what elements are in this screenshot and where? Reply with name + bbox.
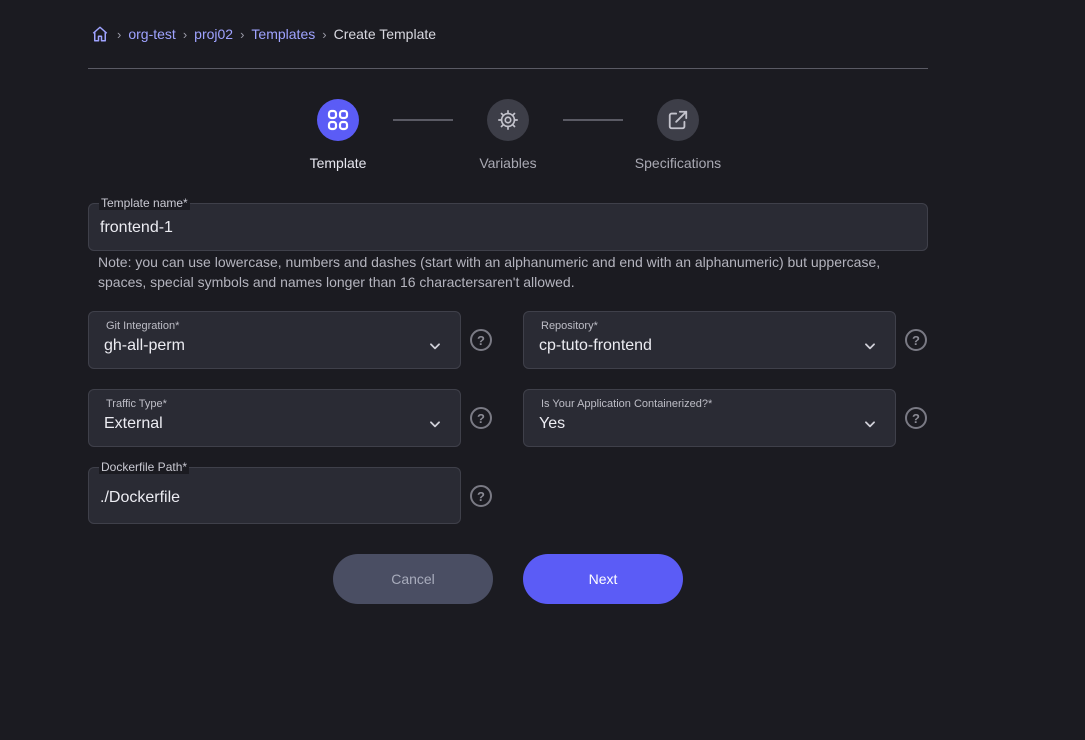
repository-label: Repository* [541, 320, 598, 332]
dockerfile-path-value: ./Dockerfile [100, 489, 181, 506]
chevron-right-icon: › [322, 26, 327, 42]
step-connector [393, 119, 453, 121]
dockerfile-path-label: Dockerfile Path* [99, 460, 190, 474]
traffic-type-value: External [104, 415, 163, 432]
chevron-down-icon [430, 421, 440, 428]
containerized-label: Is Your Application Containerized?* [541, 398, 713, 410]
step-variables[interactable]: Variables [448, 99, 568, 171]
step-specifications[interactable]: Specifications [618, 99, 738, 171]
git-integration-value: gh-all-perm [104, 337, 185, 354]
breadcrumb-templates[interactable]: Templates [251, 26, 315, 42]
traffic-type-label: Traffic Type* [106, 398, 167, 410]
breadcrumb: › org-test › proj02 › Templates › Create… [90, 22, 436, 46]
chevron-down-icon [865, 421, 875, 428]
containerized-select[interactable]: Is Your Application Containerized?* Yes [523, 389, 896, 447]
external-link-icon [657, 99, 699, 141]
dockerfile-path-help-icon[interactable]: ? [470, 485, 492, 507]
grid-icon [317, 99, 359, 141]
breadcrumb-current: Create Template [333, 26, 437, 42]
git-integration-select[interactable]: Git Integration* gh-all-perm [88, 311, 461, 369]
template-name-value: frontend-1 [100, 219, 173, 236]
chevron-right-icon: › [240, 26, 245, 42]
repository-value: cp-tuto-frontend [539, 337, 652, 354]
template-name-label: Template name* [99, 196, 190, 210]
cancel-button[interactable]: Cancel [333, 554, 493, 604]
chevron-right-icon: › [117, 26, 122, 42]
git-integration-label: Git Integration* [106, 320, 180, 332]
traffic-type-help-icon[interactable]: ? [470, 407, 492, 429]
create-template-page: › org-test › proj02 › Templates › Create… [0, 0, 1085, 740]
containerized-help-icon[interactable]: ? [905, 407, 927, 429]
gear-icon [487, 99, 529, 141]
repository-select[interactable]: Repository* cp-tuto-frontend [523, 311, 896, 369]
template-name-field[interactable]: Template name* frontend-1 [88, 196, 928, 251]
chevron-right-icon: › [182, 26, 188, 42]
breadcrumb-org[interactable]: org-test [128, 26, 175, 42]
breadcrumb-project[interactable]: proj02 [194, 26, 233, 42]
traffic-type-select[interactable]: Traffic Type* External [88, 389, 461, 447]
repository-help-icon[interactable]: ? [905, 329, 927, 351]
step-connector [563, 119, 623, 121]
chevron-down-icon [865, 343, 875, 350]
dockerfile-path-field[interactable]: Dockerfile Path* ./Dockerfile [88, 460, 461, 524]
step-template[interactable]: Template [278, 99, 398, 171]
home-icon[interactable] [90, 24, 110, 44]
git-integration-help-icon[interactable]: ? [470, 329, 492, 351]
chevron-down-icon [430, 343, 440, 350]
containerized-value: Yes [539, 415, 566, 432]
step-label: Template [309, 155, 367, 171]
next-button[interactable]: Next [523, 554, 683, 604]
step-label: Variables [479, 155, 537, 171]
step-label: Specifications [634, 155, 722, 171]
header-divider [88, 68, 928, 69]
template-name-note: Note: you can use lowercase, numbers and… [98, 254, 881, 290]
